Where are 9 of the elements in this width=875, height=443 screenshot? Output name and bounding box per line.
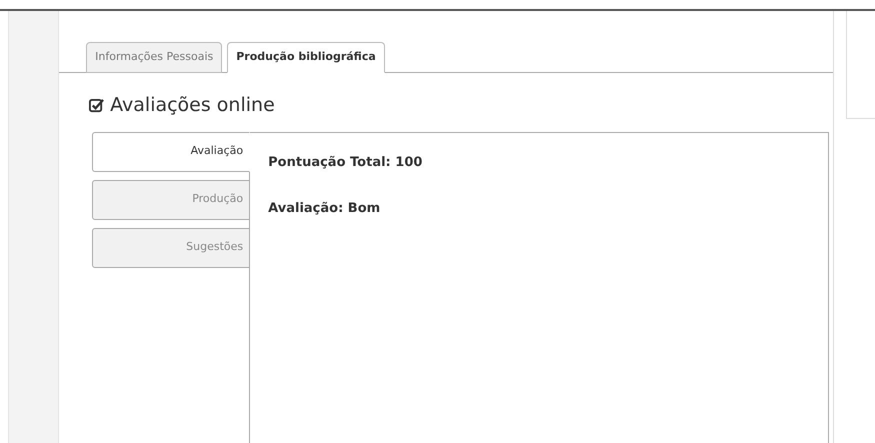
- tab[interactable]: Informações Pessoais: [86, 42, 222, 73]
- side-tab[interactable]: Produção: [92, 180, 250, 220]
- side-tab[interactable]: Avaliação: [92, 132, 250, 172]
- info-text: Avaliação: Bom: [268, 200, 382, 218]
- checkbox-check-icon: [89, 98, 104, 113]
- info-text: Pontuação Total: 100: [268, 154, 424, 172]
- section-heading: Avaliações online: [110, 93, 275, 118]
- tab[interactable]: Produção bibliográfica: [227, 42, 385, 73]
- side-tab[interactable]: Sugestões: [92, 228, 250, 268]
